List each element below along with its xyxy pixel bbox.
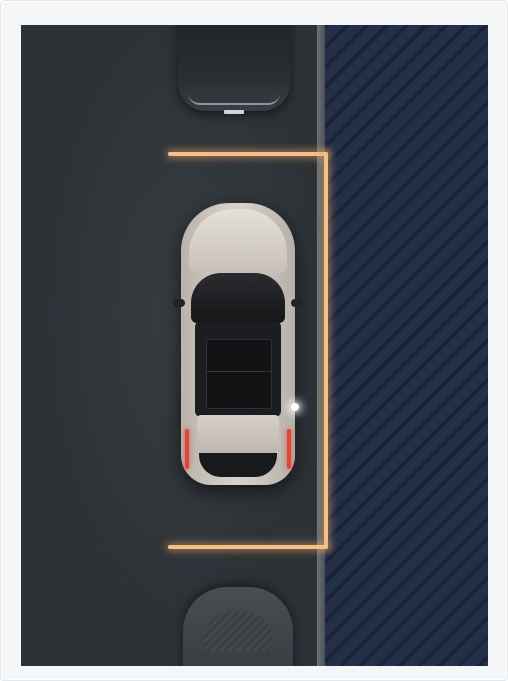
parking-guide-bottom-line [168, 545, 328, 549]
ego-car-right-taillight [287, 429, 291, 469]
parking-guide-side-line [324, 152, 328, 549]
ego-car-trunk [197, 415, 279, 457]
parking-scene [21, 25, 488, 666]
parking-guide-top-line [168, 152, 328, 156]
ego-car-right-mirror [291, 299, 303, 307]
parked-car-front-plate [224, 110, 244, 114]
ego-car-windshield [191, 273, 285, 323]
ego-car-sunroof-divider [206, 371, 272, 372]
ego-car-rear-glass [199, 453, 277, 477]
ego-car-hood [189, 209, 287, 273]
ego-car-sunroof [206, 339, 272, 409]
ego-car-icon [173, 203, 303, 485]
parked-car-rear-grille [203, 611, 273, 651]
parked-car-rear-icon [183, 587, 293, 666]
parked-car-front-bumper [188, 93, 280, 105]
parked-car-front-icon [178, 25, 290, 114]
sidewalk-hatched [325, 25, 488, 666]
ego-car-left-taillight [185, 429, 189, 469]
ego-car-indicator-light [291, 403, 299, 411]
image-frame [0, 0, 508, 681]
ego-car-left-mirror [173, 299, 185, 307]
